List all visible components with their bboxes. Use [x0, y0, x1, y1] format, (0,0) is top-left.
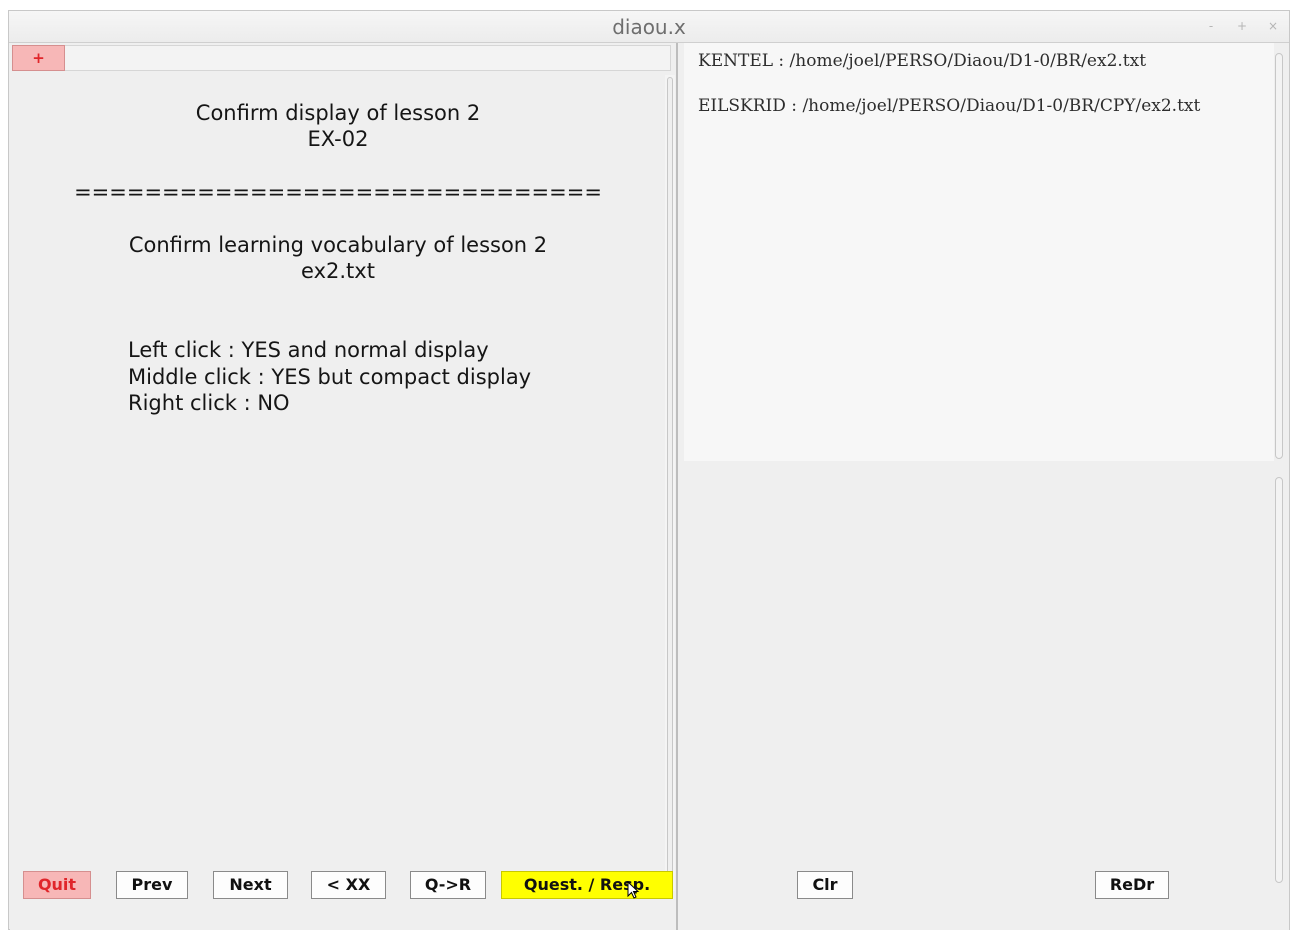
- redraw-button[interactable]: ReDr: [1095, 871, 1169, 899]
- quit-button[interactable]: Quit: [23, 871, 91, 899]
- tab-strip: [65, 45, 671, 71]
- confirm-display-text: Confirm display of lesson 2: [195, 101, 481, 125]
- next-button[interactable]: Next: [213, 871, 288, 899]
- prev-button[interactable]: Prev: [116, 871, 188, 899]
- confirm-learning-text: Confirm learning vocabulary of lesson 2: [128, 233, 548, 257]
- quest-resp-button[interactable]: Quest. / Resp.: [501, 871, 673, 899]
- left-scrollbar-thumb[interactable]: [667, 77, 673, 889]
- left-click-option: Left click : YES and normal display: [128, 338, 489, 362]
- exercise-code-text: EX-02: [307, 127, 369, 151]
- window-title: diaou.x: [612, 15, 686, 39]
- xx-button[interactable]: < XX: [311, 871, 386, 899]
- separator-line: ==============================: [74, 180, 602, 204]
- eilskrid-path-text: EILSKRID : /home/joel/PERSO/Diaou/D1-0/B…: [698, 96, 1201, 116]
- middle-click-option: Middle click : YES but compact display: [128, 365, 532, 389]
- add-tab-button[interactable]: +: [12, 45, 65, 71]
- right-panel: KENTEL : /home/joel/PERSO/Diaou/D1-0/BR/…: [678, 43, 1289, 930]
- app-window: diaou.x - + × + Confirm display of lesso…: [8, 10, 1290, 930]
- lesson-confirm-area[interactable]: Confirm display of lesson 2 EX-02 ======…: [12, 73, 664, 891]
- title-bar[interactable]: diaou.x - + ×: [9, 11, 1289, 43]
- file-paths-area: KENTEL : /home/joel/PERSO/Diaou/D1-0/BR/…: [684, 43, 1274, 461]
- close-button[interactable]: ×: [1266, 19, 1280, 33]
- right-top-scrollbar[interactable]: [1275, 53, 1283, 459]
- left-scrollbar[interactable]: [665, 75, 675, 891]
- minimize-button[interactable]: -: [1204, 19, 1218, 33]
- right-bottom-scrollbar[interactable]: [1275, 477, 1283, 883]
- maximize-button[interactable]: +: [1235, 19, 1249, 33]
- clear-button[interactable]: Clr: [797, 871, 853, 899]
- left-panel: + Confirm display of lesson 2 EX-02 ====…: [10, 43, 676, 930]
- file-name-text: ex2.txt: [301, 259, 375, 283]
- right-click-option: Right click : NO: [128, 391, 290, 415]
- mouse-cursor-icon: [627, 881, 640, 899]
- q-to-r-button[interactable]: Q->R: [410, 871, 486, 899]
- kentel-path-text: KENTEL : /home/joel/PERSO/Diaou/D1-0/BR/…: [698, 51, 1147, 71]
